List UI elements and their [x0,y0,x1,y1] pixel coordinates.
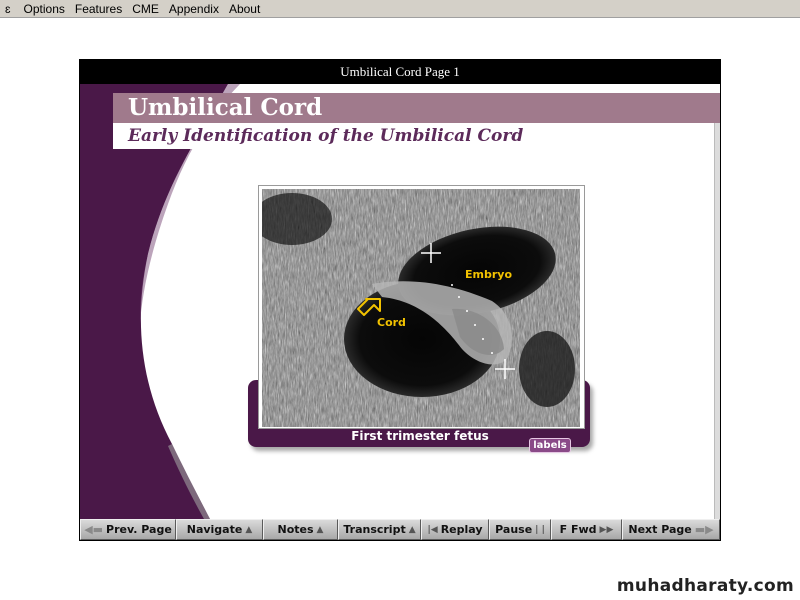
right-scroll-edge [714,123,720,519]
fast-forward-label: F Fwd [559,523,597,536]
fast-forward-icon: ▶▶ [599,524,614,535]
menu-options[interactable]: Options [19,0,70,18]
app-window: Umbilical Cord Page 1 Umbilical Cord Ear… [79,59,721,541]
right-arrow-icon: ▬▶ [694,523,714,536]
ultrasound-image [262,189,580,427]
page-title: Umbilical Cord [128,94,323,121]
pause-icon: | | [535,524,545,535]
next-page-label: Next Page [628,523,692,536]
pause-label: Pause [495,523,533,536]
transcript-button[interactable]: Transcript ▲ [338,519,421,540]
menu-up-icon: ▲ [408,524,416,535]
fast-forward-button[interactable]: F Fwd ▶▶ [551,519,622,540]
menu-bar: ɛ Options Features CME Appendix About [0,0,800,18]
menu-about[interactable]: About [224,0,265,18]
replay-label: Replay [440,523,483,536]
navigation-toolbar: ◀▬ Prev. Page Navigate ▲ Notes ▲ Transcr… [80,519,720,540]
replay-button[interactable]: |◀ Replay [421,519,489,540]
menu-appendix[interactable]: Appendix [164,0,224,18]
navigate-label: Navigate [186,523,243,536]
transcript-label: Transcript [343,523,406,536]
replay-icon: |◀ [427,524,438,535]
notes-label: Notes [277,523,314,536]
menu-up-icon: ▲ [245,524,253,535]
menu-up-icon: ▲ [316,524,324,535]
menu-cme[interactable]: CME [127,0,164,18]
left-arrow-icon: ◀▬ [84,523,104,536]
navigate-button[interactable]: Navigate ▲ [176,519,263,540]
labels-button[interactable]: labels [529,438,571,453]
window-title: Umbilical Cord Page 1 [80,60,720,84]
label-embryo: Embryo [465,268,513,281]
prev-page-button[interactable]: ◀▬ Prev. Page [80,519,176,540]
pause-button[interactable]: Pause | | [489,519,551,540]
notes-button[interactable]: Notes ▲ [263,519,338,540]
page-subtitle: Early Identification of the Umbilical Co… [128,126,524,146]
watermark-text: muhadharaty.com [616,576,794,596]
next-page-button[interactable]: Next Page ▬▶ [622,519,720,540]
label-cord: Cord [377,316,406,329]
app-menu-icon[interactable]: ɛ [0,0,19,18]
menu-features[interactable]: Features [70,0,127,18]
prev-page-label: Prev. Page [106,523,172,536]
